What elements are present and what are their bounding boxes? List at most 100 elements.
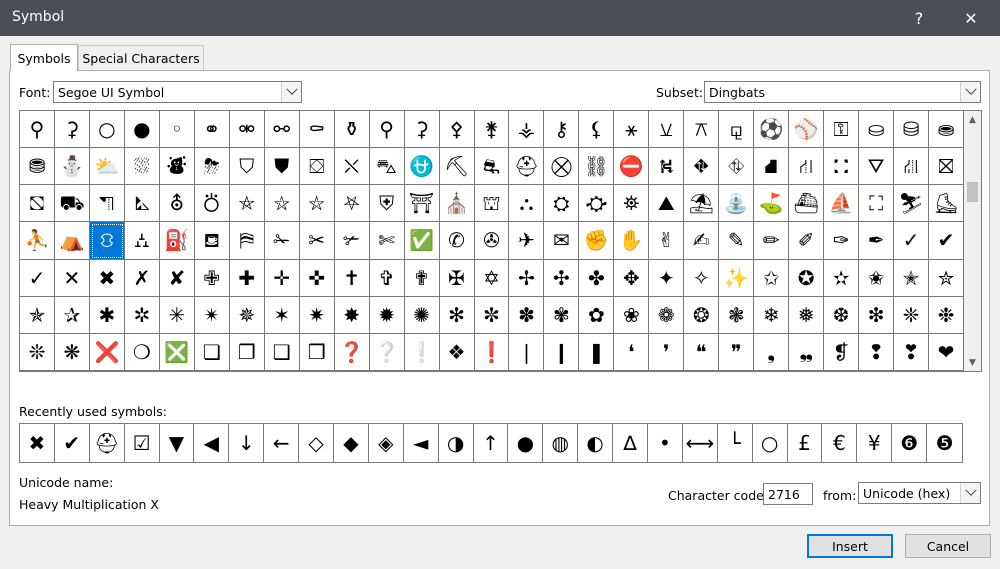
symbol-cell[interactable]: ✔ <box>929 222 964 260</box>
symbol-cell[interactable]: ⛸ <box>929 185 964 223</box>
symbol-cell[interactable]: ✴ <box>194 296 230 334</box>
symbol-cell[interactable]: ⚰ <box>299 111 335 149</box>
symbol-cell[interactable]: ❒ <box>299 333 335 371</box>
symbol-cell[interactable]: ❓ <box>334 333 370 371</box>
close-button[interactable]: ✕ <box>948 0 994 36</box>
symbol-cell[interactable]: ⚱ <box>334 111 370 149</box>
symbol-cell[interactable]: ✠ <box>439 259 475 297</box>
symbol-cell[interactable]: ○ <box>89 111 125 149</box>
symbol-cell[interactable]: ❜ <box>649 333 685 371</box>
symbol-cell[interactable]: ⛙ <box>789 148 825 186</box>
symbol-cell[interactable]: ⛿ <box>229 222 265 260</box>
symbol-cell[interactable]: ⚾ <box>789 111 825 149</box>
symbol-cell[interactable]: ✄ <box>369 222 405 260</box>
symbol-cell[interactable]: ✎ <box>719 222 755 260</box>
symbol-cell[interactable]: ❐ <box>229 333 265 371</box>
symbol-cell[interactable]: ⛈ <box>194 148 230 186</box>
symbol-grid[interactable]: ⚲ ⚳ ○ ● ◦ ⚭ ⚮ ⚯ ⚰ ⚱ ⚲ ⚳ ⚴ ⚵ ⚶ ⚷ ⚸ ⚹ ⚺ ⚻ ⚼ ⚽ ⚾ ⚿ ⛀ ⛁ ⛂ ⛃ ⛄ ⛅ ⛆ ⛇ ⛈ ⛉ ⛊ ⛋ ⛌ ⛍ ⛎ ⛏… <box>20 111 964 371</box>
recent-symbol-cell[interactable]: ◑ <box>439 424 474 462</box>
symbol-cell[interactable]: ⛗ <box>719 148 755 186</box>
symbol-cell[interactable]: ✨ <box>719 259 755 297</box>
tab-special-characters[interactable]: Special Characters <box>78 45 204 70</box>
symbol-cell[interactable]: ✙ <box>194 259 230 297</box>
symbol-cell[interactable]: ✜ <box>299 259 335 297</box>
symbol-cell[interactable]: ✫ <box>824 259 860 297</box>
symbol-cell[interactable]: ⛅ <box>89 148 125 186</box>
symbol-cell[interactable]: ✏ <box>754 222 790 260</box>
symbol-cell[interactable]: ❀ <box>614 296 650 334</box>
symbol-cell[interactable]: ⛄ <box>54 148 90 186</box>
symbol-cell[interactable]: ⛩ <box>404 185 440 223</box>
symbol-cell[interactable]: ⛕ <box>649 148 685 186</box>
symbol-cell[interactable]: ⚸ <box>579 111 615 149</box>
symbol-cell[interactable]: ❑ <box>264 333 300 371</box>
insert-button[interactable]: Insert <box>807 534 893 558</box>
recent-symbol-cell[interactable]: ◄ <box>404 424 439 462</box>
symbol-cell[interactable]: ⛢ <box>159 185 195 223</box>
symbol-cell[interactable]: ✵ <box>229 296 265 334</box>
symbol-cell[interactable]: ⛪ <box>439 185 475 223</box>
symbol-cell[interactable]: ● <box>124 111 160 149</box>
symbol-cell[interactable]: ⚲ <box>20 111 55 149</box>
recent-symbol-cell[interactable]: ◍ <box>543 424 579 462</box>
symbol-cell[interactable]: ❣ <box>894 333 930 371</box>
symbol-cell[interactable]: ✝ <box>334 259 370 297</box>
symbol-cell[interactable]: ❞ <box>719 333 755 371</box>
symbol-cell[interactable]: ⛨ <box>369 185 405 223</box>
symbol-cell[interactable]: ⛧ <box>334 185 370 223</box>
symbol-cell[interactable]: ❎ <box>159 333 195 371</box>
symbol-cell[interactable]: ✷ <box>299 296 335 334</box>
symbol-cell[interactable]: ⛊ <box>264 148 300 186</box>
symbol-cell[interactable]: ⛼ <box>124 222 160 260</box>
cancel-button[interactable]: Cancel <box>905 534 991 558</box>
symbol-cell[interactable]: ❊ <box>20 333 55 371</box>
symbol-cell[interactable]: ⛏ <box>439 148 475 186</box>
symbol-cell[interactable]: ✽ <box>509 296 545 334</box>
symbol-cell[interactable]: ⛠ <box>89 185 125 223</box>
symbol-cell[interactable]: ❝ <box>684 333 720 371</box>
recent-symbol-cell[interactable]: ↑ <box>474 424 509 462</box>
symbol-cell[interactable]: ⛝ <box>929 148 964 186</box>
symbol-cell[interactable]: ⛶ <box>859 185 895 223</box>
symbol-cell[interactable]: ⛂ <box>929 111 964 149</box>
symbol-cell[interactable]: ✩ <box>754 259 790 297</box>
symbol-cell[interactable]: ✬ <box>859 259 895 297</box>
symbol-cell[interactable]: ❗ <box>474 333 510 371</box>
symbol-cell[interactable]: ⛐ <box>474 148 510 186</box>
symbol-cell[interactable]: ⛆ <box>124 148 160 186</box>
symbol-cell[interactable]: ⛷ <box>894 185 930 223</box>
recent-symbol-cell[interactable]: ◆ <box>334 424 369 462</box>
symbol-cell[interactable]: ✱ <box>89 296 125 334</box>
symbol-cell[interactable]: ✌ <box>649 222 685 260</box>
symbol-cell[interactable]: ⛒ <box>544 148 580 186</box>
symbol-cell[interactable]: ⛡ <box>124 185 160 223</box>
symbol-cell[interactable]: ⚳ <box>54 111 90 149</box>
symbol-cell[interactable]: ✧ <box>684 259 720 297</box>
symbol-cell[interactable]: ⚯ <box>264 111 300 149</box>
symbol-cell[interactable]: ⛬ <box>509 185 545 223</box>
symbol-cell[interactable]: ⛥ <box>264 185 300 223</box>
symbol-cell[interactable]: ✕ <box>54 259 90 297</box>
symbol-cell[interactable]: ⛖ <box>684 148 720 186</box>
recent-symbol-cell[interactable]: └ <box>718 424 753 462</box>
font-select[interactable]: Segoe UI Symbol <box>53 81 302 103</box>
symbol-cell[interactable]: ⚶ <box>509 111 545 149</box>
symbol-cell[interactable]: ✛ <box>264 259 300 297</box>
recent-symbol-cell[interactable]: • <box>648 424 683 462</box>
scroll-thumb[interactable] <box>967 182 978 202</box>
symbol-cell[interactable]: ⛱ <box>684 185 720 223</box>
symbol-cell[interactable]: ⛀ <box>859 111 895 149</box>
symbol-cell[interactable]: ❉ <box>929 296 964 334</box>
symbol-cell[interactable]: ✣ <box>544 259 580 297</box>
symbol-cell[interactable]: ⚮ <box>229 111 265 149</box>
symbol-cell[interactable]: ⚵ <box>474 111 510 149</box>
subset-dropdown-button[interactable] <box>960 82 980 102</box>
symbol-cell[interactable]: ✢ <box>509 259 545 297</box>
symbol-cell[interactable]: ❂ <box>684 296 720 334</box>
symbol-cell[interactable]: ✟ <box>404 259 440 297</box>
symbol-cell[interactable]: ❕ <box>404 333 440 371</box>
font-dropdown-button[interactable] <box>281 82 301 102</box>
symbol-cell[interactable]: ✼ <box>474 296 510 334</box>
symbol-cell[interactable]: ✁ <box>264 222 300 260</box>
symbol-cell[interactable]: ⛑ <box>509 148 545 186</box>
